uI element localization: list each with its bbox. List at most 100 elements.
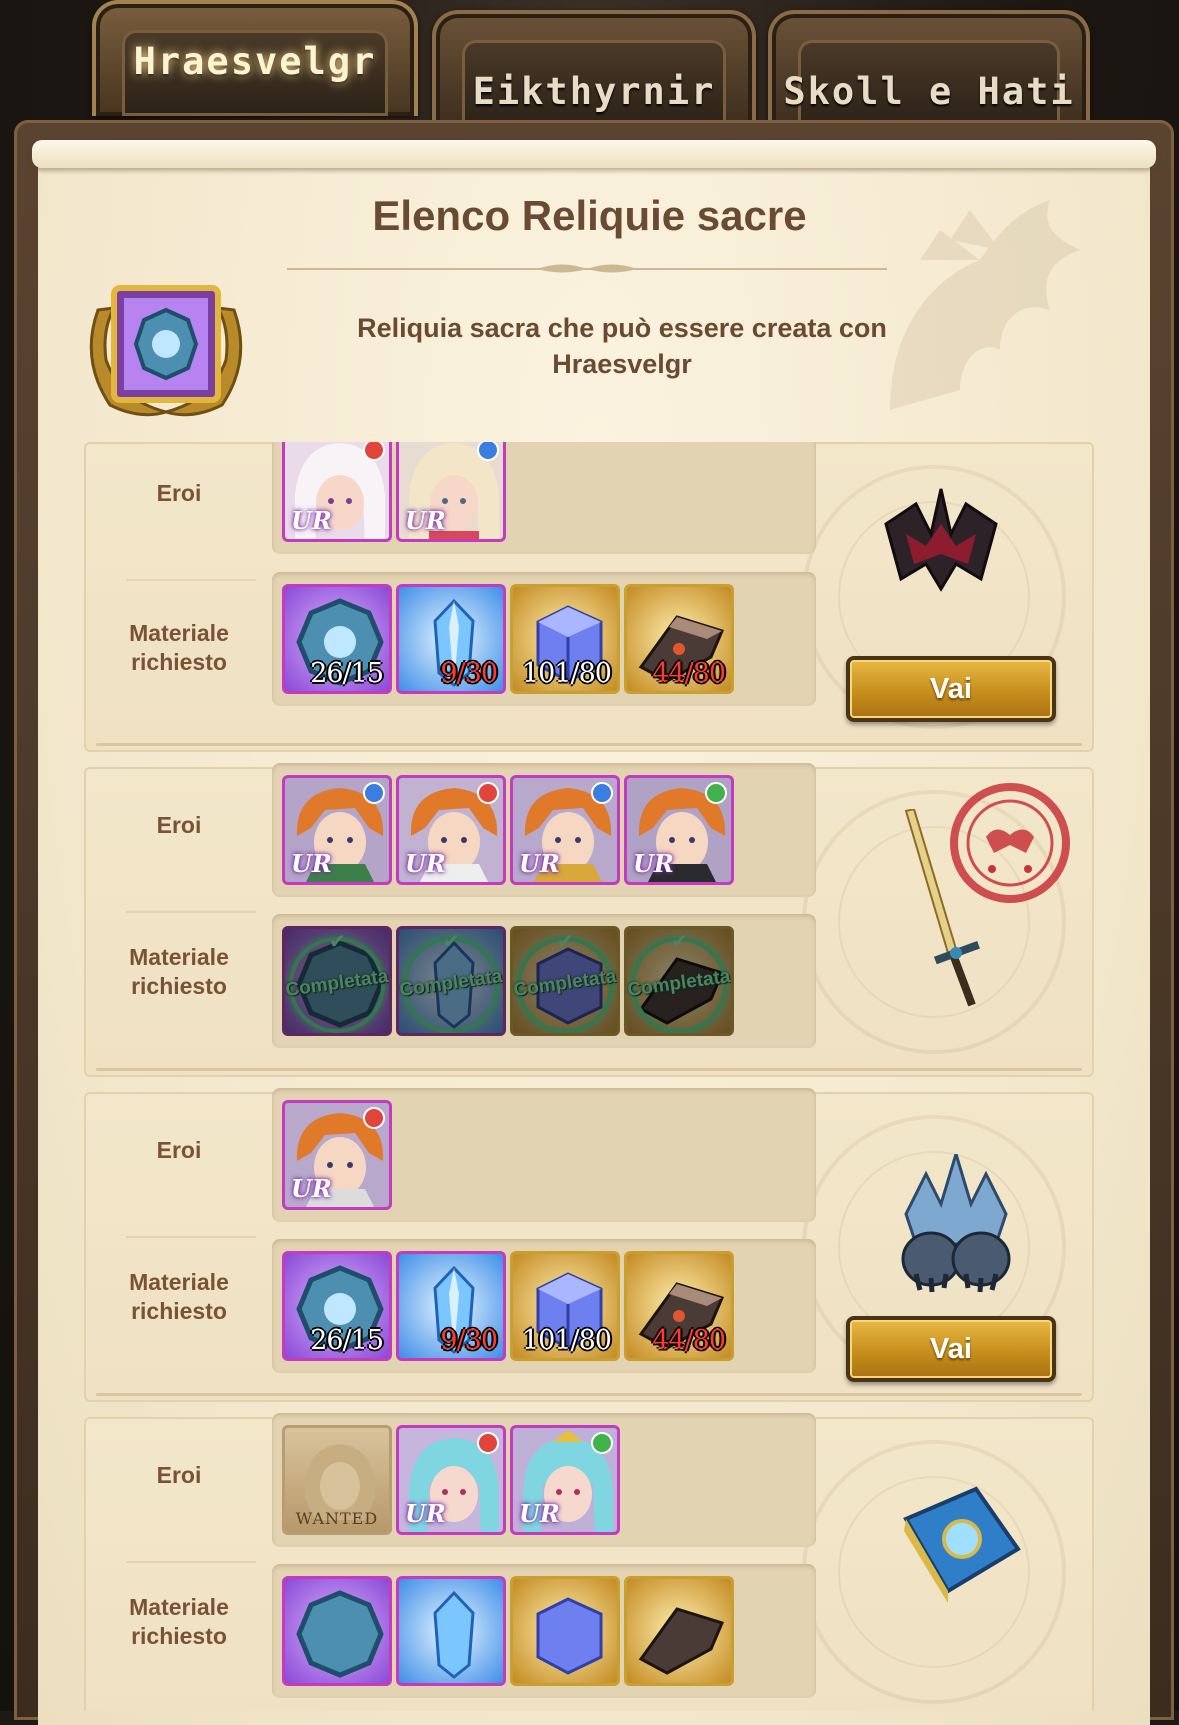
- ur-rarity-badge: UR: [519, 849, 560, 878]
- hero-slot-bar: WANTED UR UR: [272, 1413, 816, 1547]
- row-divider: [126, 1236, 256, 1238]
- hero-portrait[interactable]: UR: [282, 442, 392, 542]
- go-button[interactable]: Vai: [846, 1316, 1056, 1382]
- tab-skoll-e-hati[interactable]: Skoll e Hati: [768, 10, 1090, 126]
- material-slot[interactable]: ✔ Completata: [624, 926, 734, 1036]
- ur-rarity-badge: UR: [519, 1499, 560, 1528]
- tab-eikthyrnir[interactable]: Eikthyrnir: [432, 10, 756, 126]
- materials-label: Materiale richiesto: [106, 619, 252, 677]
- title-divider: [287, 264, 887, 273]
- hero-portrait[interactable]: UR: [282, 1100, 392, 1210]
- card-divider: [96, 1068, 1082, 1071]
- material-slot[interactable]: 44/80: [624, 584, 734, 694]
- relic-card: Eroi Materiale richiesto UR: [84, 763, 1094, 1077]
- material-slot[interactable]: [510, 1576, 620, 1686]
- heroes-label: Eroi: [156, 812, 202, 838]
- materials-label-line-1: Materiale: [129, 1594, 229, 1620]
- material-slot-bar: [272, 1564, 816, 1698]
- material-slot[interactable]: 9/30: [396, 584, 506, 694]
- material-slot[interactable]: 26/15: [282, 1251, 392, 1361]
- green-attribute-icon: [591, 1432, 613, 1454]
- material-slot[interactable]: ✔ Completata: [396, 926, 506, 1036]
- hero-portrait[interactable]: UR: [282, 775, 392, 885]
- material-count: 9/30: [440, 658, 498, 689]
- material-slot[interactable]: 26/15: [282, 584, 392, 694]
- check-icon: ✔: [329, 929, 346, 953]
- card-divider: [96, 1393, 1082, 1396]
- material-slot[interactable]: 44/80: [624, 1251, 734, 1361]
- blue-crystal-icon: [433, 1590, 475, 1679]
- check-icon: ✔: [443, 929, 460, 953]
- material-slot[interactable]: ✔ Completata: [282, 926, 392, 1036]
- material-count: 26/15: [310, 1325, 384, 1356]
- material-slot[interactable]: 9/30: [396, 1251, 506, 1361]
- spell-book-relic-icon: [903, 1486, 1021, 1603]
- page-title: Elenco Reliquie sacre: [372, 192, 807, 239]
- materials-label-line-1: Materiale: [129, 1269, 229, 1295]
- materials-label: Materiale richiesto: [106, 1593, 252, 1651]
- materials-label-line-1: Materiale: [129, 620, 229, 646]
- ice-gauntlets-relic-icon: [901, 1154, 1011, 1293]
- materials-label-line-2: richiesto: [131, 1623, 227, 1649]
- parchment-top-curl: [32, 140, 1156, 168]
- row-divider: [126, 911, 256, 913]
- tab-label: Eikthyrnir: [472, 70, 716, 113]
- ur-rarity-badge: UR: [633, 849, 674, 878]
- check-icon: ✔: [671, 929, 688, 953]
- material-slot[interactable]: [624, 1576, 734, 1686]
- material-count: 101/80: [522, 1325, 612, 1356]
- hero-slot-bar: UR UR: [272, 442, 816, 554]
- go-button[interactable]: Vai: [846, 656, 1056, 722]
- material-slot-bar: 26/15 9/30 101/80 44/80: [272, 572, 816, 706]
- material-slot-bar: ✔ Completata ✔ Completata ✔ Completata ✔…: [272, 914, 816, 1048]
- red-attribute-icon: [363, 1107, 385, 1129]
- panel-subtitle: Reliquia sacra che può essere creata con…: [300, 310, 944, 382]
- hero-portrait[interactable]: UR: [396, 442, 506, 542]
- relic-fragment-icon: [296, 1590, 384, 1678]
- relic-emblem-icon: [89, 285, 243, 417]
- material-slot[interactable]: [282, 1576, 392, 1686]
- materials-label: Materiale richiesto: [106, 1268, 252, 1326]
- metal-scrap-icon: [638, 1607, 725, 1675]
- tab-hraesvelgr[interactable]: Hraesvelgr: [92, 0, 418, 116]
- ur-rarity-badge: UR: [291, 849, 332, 878]
- material-slot[interactable]: [396, 1576, 506, 1686]
- row-divider: [126, 579, 256, 581]
- red-attribute-icon: [477, 1432, 499, 1454]
- clear-stamp-icon: [950, 783, 1070, 903]
- hero-portrait[interactable]: UR: [396, 775, 506, 885]
- materials-label-line-1: Materiale: [129, 944, 229, 970]
- relic-list[interactable]: Eroi Materiale richiesto UR UR 26/15 9/3…: [84, 442, 1094, 1711]
- subtitle-line-1: Reliquia sacra che può essere creata con: [357, 313, 887, 343]
- relic-card: Eroi Materiale richiesto UR: [84, 1088, 1094, 1402]
- hero-slot-bar: UR: [272, 1088, 816, 1222]
- heroes-label: Eroi: [156, 1137, 202, 1163]
- subtitle-line-2: Hraesvelgr: [552, 349, 692, 379]
- ur-rarity-badge: UR: [405, 849, 446, 878]
- material-count: 26/15: [310, 658, 384, 689]
- tab-label: Hraesvelgr: [133, 40, 377, 83]
- dark-crown-relic-icon: [884, 488, 998, 592]
- material-slot[interactable]: 101/80: [510, 584, 620, 694]
- relic-card: Eroi Materiale richiesto UR: [84, 442, 1094, 752]
- materials-label-line-2: richiesto: [131, 649, 227, 675]
- material-count: 9/30: [440, 1325, 498, 1356]
- material-slot[interactable]: ✔ Completata: [510, 926, 620, 1036]
- green-attribute-icon: [705, 782, 727, 804]
- hero-portrait[interactable]: UR: [396, 1425, 506, 1535]
- ur-rarity-badge: UR: [291, 506, 332, 535]
- tab-label: Skoll e Hati: [783, 70, 1075, 113]
- wanted-poster[interactable]: WANTED: [282, 1425, 392, 1535]
- heroes-label: Eroi: [156, 1462, 202, 1488]
- magic-cube-icon: [536, 1597, 603, 1675]
- materials-label-line-2: richiesto: [131, 973, 227, 999]
- material-slot[interactable]: 101/80: [510, 1251, 620, 1361]
- hero-portrait[interactable]: UR: [510, 775, 620, 885]
- hero-portrait[interactable]: UR: [624, 775, 734, 885]
- material-count: 101/80: [522, 658, 612, 689]
- wanted-label: WANTED: [295, 1509, 379, 1528]
- blue-attribute-icon: [363, 782, 385, 804]
- hero-portrait[interactable]: UR: [510, 1425, 620, 1535]
- row-divider: [126, 1561, 256, 1563]
- ur-rarity-badge: UR: [291, 1174, 332, 1203]
